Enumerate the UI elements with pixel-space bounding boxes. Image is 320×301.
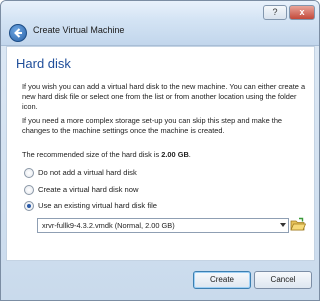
- help-button[interactable]: ?: [263, 5, 287, 20]
- back-arrow-icon[interactable]: [9, 24, 27, 42]
- option-existing-disk-label: Use an existing virtual hard disk file: [38, 201, 158, 210]
- create-button[interactable]: Create: [193, 271, 251, 289]
- title-bar: ? x Create Virtual Machine: [1, 1, 319, 46]
- radio-no-disk[interactable]: [24, 168, 34, 178]
- option-create-disk-label: Create a virtual hard disk now: [38, 185, 139, 194]
- cancel-button[interactable]: Cancel: [254, 271, 312, 289]
- window-title: Create Virtual Machine: [33, 25, 125, 35]
- folder-open-icon[interactable]: [290, 217, 307, 232]
- radio-create-disk[interactable]: [24, 185, 34, 195]
- radio-existing-disk[interactable]: [24, 201, 34, 211]
- disk-file-select[interactable]: xrvr-fullk9-4.3.2.vmdk (Normal, 2.00 GB): [37, 218, 289, 233]
- recommended-size-text: The recommended size of the hard disk is…: [22, 150, 191, 159]
- recommended-size-value: 2.00 GB: [161, 150, 189, 159]
- close-button[interactable]: x: [289, 5, 315, 20]
- storage-paragraph: If you need a more complex storage set-u…: [22, 116, 283, 135]
- intro-paragraph: If you wish you can add a virtual hard d…: [22, 82, 306, 111]
- chevron-down-icon[interactable]: [280, 223, 286, 227]
- option-no-disk-label: Do not add a virtual hard disk: [38, 168, 137, 177]
- disk-file-value: xrvr-fullk9-4.3.2.vmdk (Normal, 2.00 GB): [42, 221, 175, 230]
- page-title: Hard disk: [16, 56, 71, 71]
